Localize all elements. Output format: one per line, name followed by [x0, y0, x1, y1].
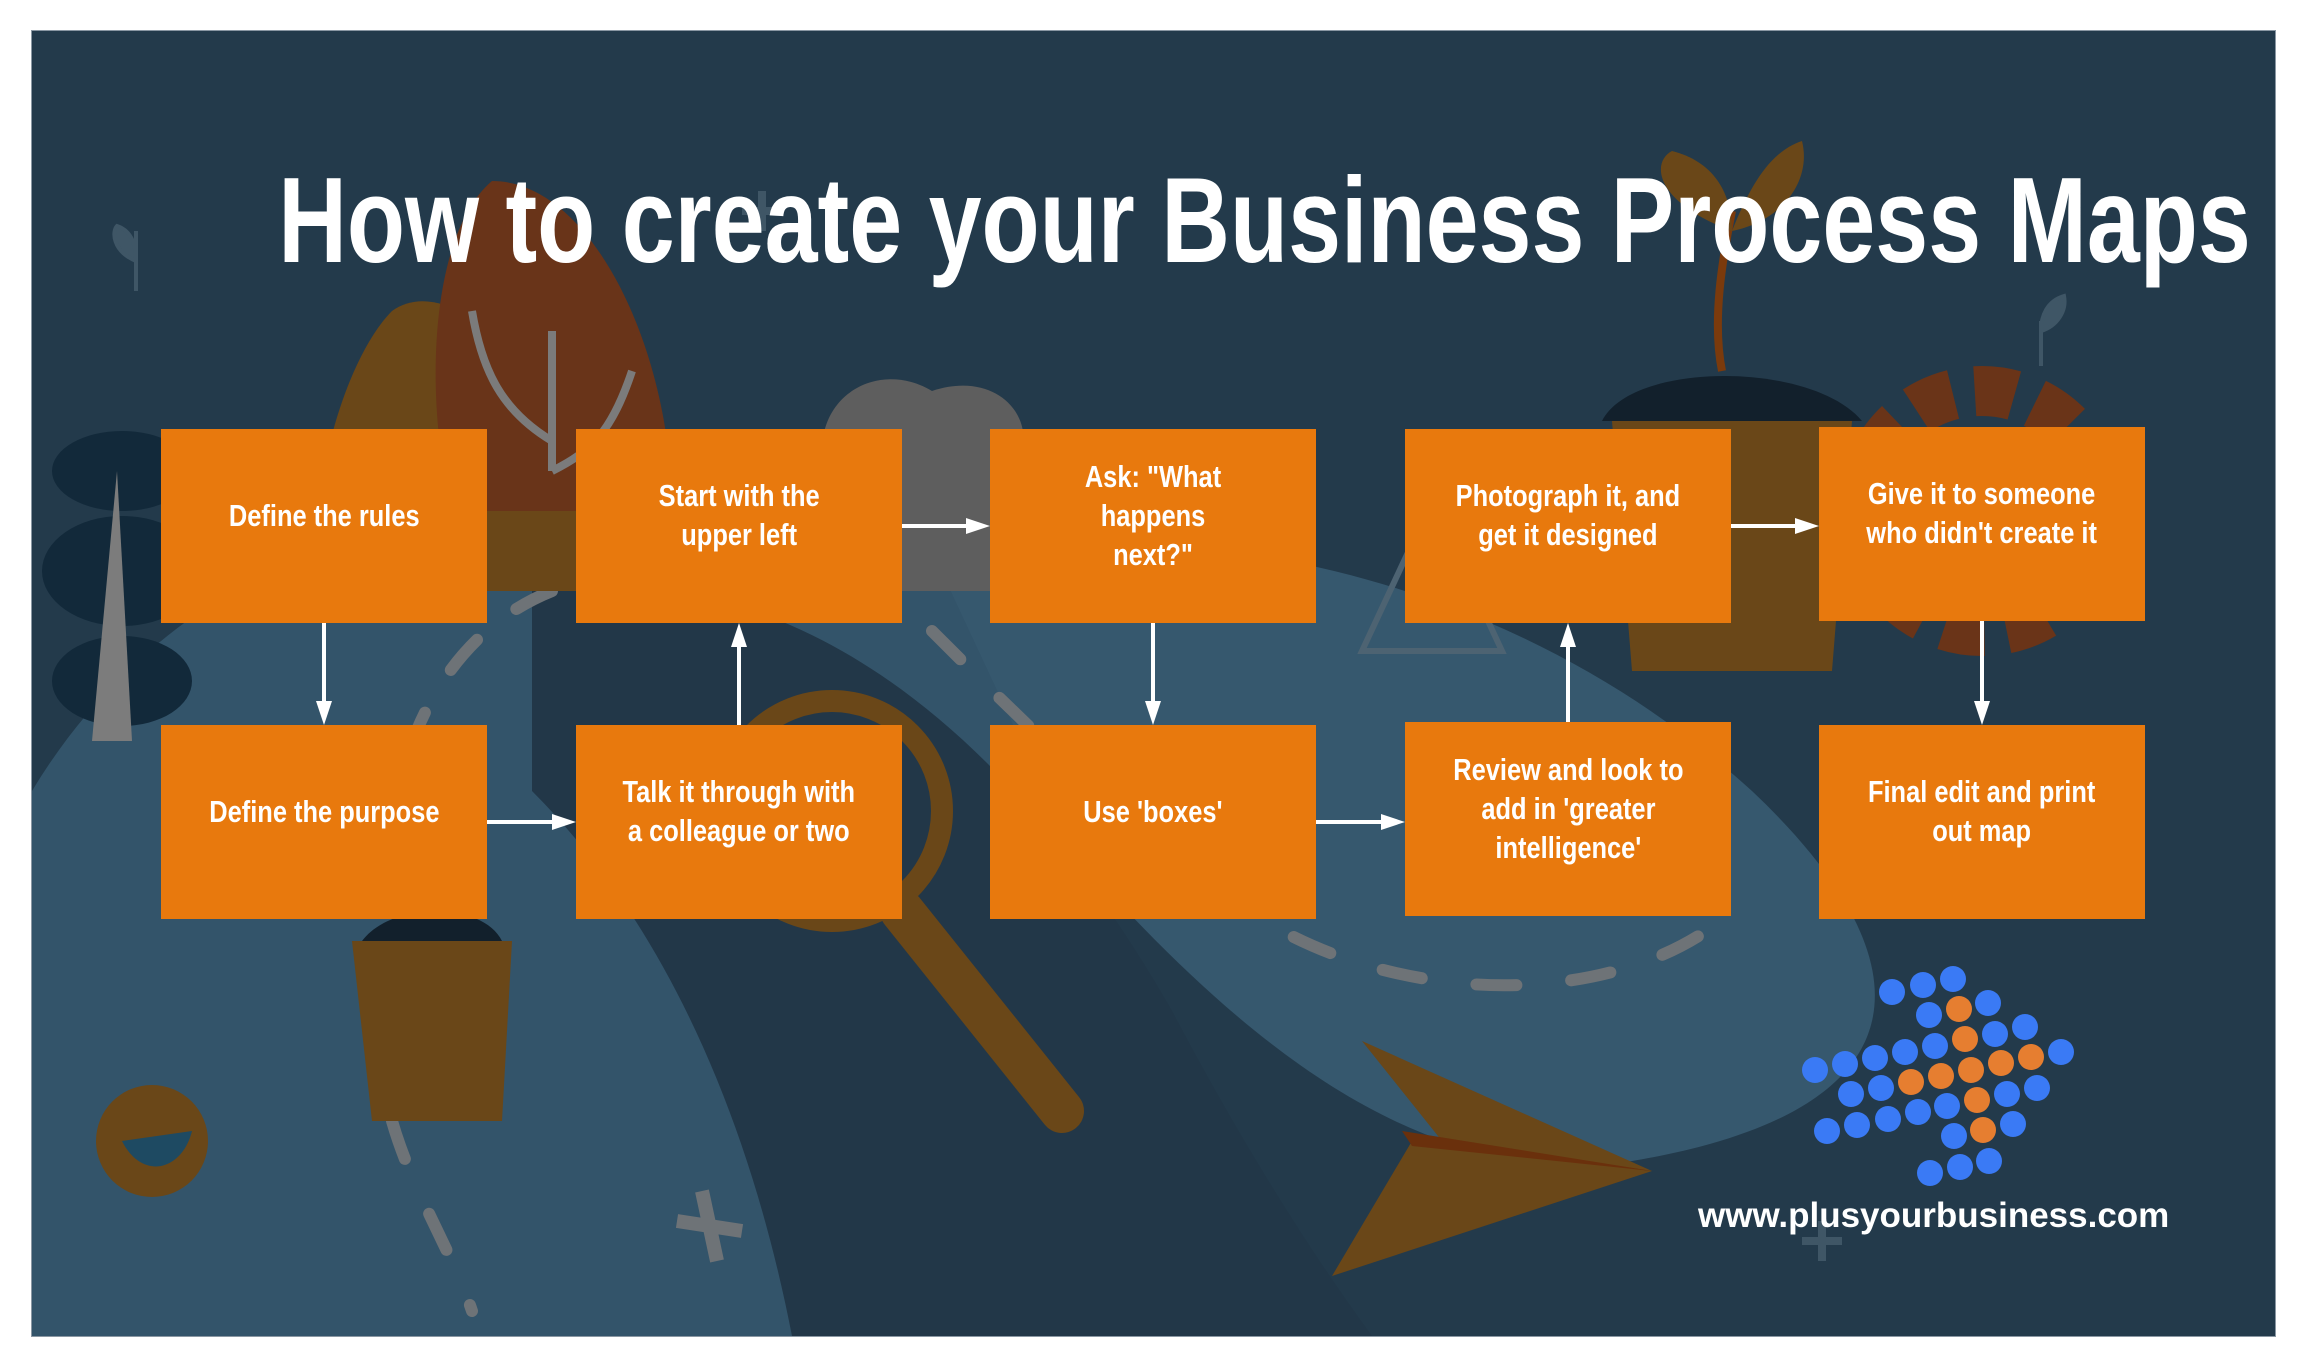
step-label: Give it to someone who didn't create it	[1866, 476, 2098, 550]
logo-dot-blue	[1982, 1021, 2008, 1047]
website-url: www.plusyourbusiness.com	[1698, 1196, 2170, 1235]
logo-dot-blue	[1940, 966, 1966, 992]
bg-pot-left	[352, 941, 512, 1121]
step-label: Talk it through with a colleague or two	[622, 774, 856, 848]
step-label: Use 'boxes'	[1083, 793, 1223, 829]
logo-dot-blue	[2012, 1014, 2038, 1040]
logo-dot-orange	[2018, 1044, 2044, 1070]
step-box-final-edit: Final edit and print out map	[1819, 725, 2145, 919]
step-box-start-upper-left: Start with the upper left	[576, 429, 902, 623]
bg-pot-right-soil	[1602, 376, 1862, 421]
step-box-define-purpose: Define the purpose	[161, 725, 487, 919]
logo-dot-blue	[2048, 1039, 2074, 1065]
plusyourbusiness-logo-icon	[1802, 966, 2074, 1186]
step-label: Review and look to add in 'greater intel…	[1452, 751, 1684, 865]
step-box-give-to-someone: Give it to someone who didn't create it	[1819, 427, 2145, 621]
logo-dot-orange	[1964, 1087, 1990, 1113]
logo-dot-orange	[1946, 996, 1972, 1022]
logo-dot-blue	[1976, 1148, 2002, 1174]
logo-dot-blue	[1832, 1051, 1858, 1077]
step-box-review: Review and look to add in 'greater intel…	[1405, 722, 1731, 916]
logo-dot-blue	[1905, 1099, 1931, 1125]
page-title: How to create your Business Process Maps	[0, 150, 2305, 290]
step-label: Define the purpose	[208, 793, 440, 829]
logo-dot-blue	[1862, 1045, 1888, 1071]
logo-dot-blue	[1934, 1093, 1960, 1119]
logo-dot-blue	[2024, 1075, 2050, 1101]
bg-faint-sprout-2	[2039, 293, 2067, 366]
logo-dot-orange	[1952, 1026, 1978, 1052]
logo-dot-blue	[2000, 1111, 2026, 1137]
logo-dot-blue	[1875, 1106, 1901, 1132]
step-box-use-boxes: Use 'boxes'	[990, 725, 1316, 919]
logo-dot-blue	[1844, 1112, 1870, 1138]
logo-dot-blue	[1868, 1075, 1894, 1101]
step-box-talk-it-through: Talk it through with a colleague or two	[576, 725, 902, 919]
logo-dot-blue	[1941, 1123, 1967, 1149]
logo-dot-orange	[1970, 1117, 1996, 1143]
logo-dot-blue	[1916, 1002, 1942, 1028]
logo-dot-blue	[1910, 972, 1936, 998]
logo-dot-blue	[1892, 1039, 1918, 1065]
logo-dot-orange	[1898, 1069, 1924, 1095]
step-label: Define the rules	[228, 497, 420, 533]
step-box-photograph: Photograph it, and get it designed	[1405, 429, 1731, 623]
logo-dot-blue	[1994, 1081, 2020, 1107]
logo-dot-blue	[1922, 1033, 1948, 1059]
logo-dot-blue	[1838, 1081, 1864, 1107]
step-label: Photograph it, and get it designed	[1455, 478, 1681, 552]
logo-dot-orange	[1928, 1063, 1954, 1089]
logo-dot-orange	[1988, 1050, 2014, 1076]
page-title-text: How to create your Business Process Maps	[278, 152, 2251, 288]
logo-dot-blue	[1975, 990, 2001, 1016]
logo-dot-blue	[1947, 1154, 1973, 1180]
logo-dot-orange	[1958, 1057, 1984, 1083]
step-box-define-rules: Define the rules	[161, 429, 487, 623]
logo-dot-blue	[1814, 1118, 1840, 1144]
logo-dot-blue	[1917, 1160, 1943, 1186]
step-label: Ask: "What happens next?"	[1084, 458, 1222, 572]
logo-dot-blue	[1802, 1057, 1828, 1083]
step-label: Start with the upper left	[658, 478, 820, 552]
logo-dot-blue	[1879, 979, 1905, 1005]
step-box-ask-what-next: Ask: "What happens next?"	[990, 429, 1316, 623]
step-label: Final edit and print out map	[1868, 774, 2096, 848]
